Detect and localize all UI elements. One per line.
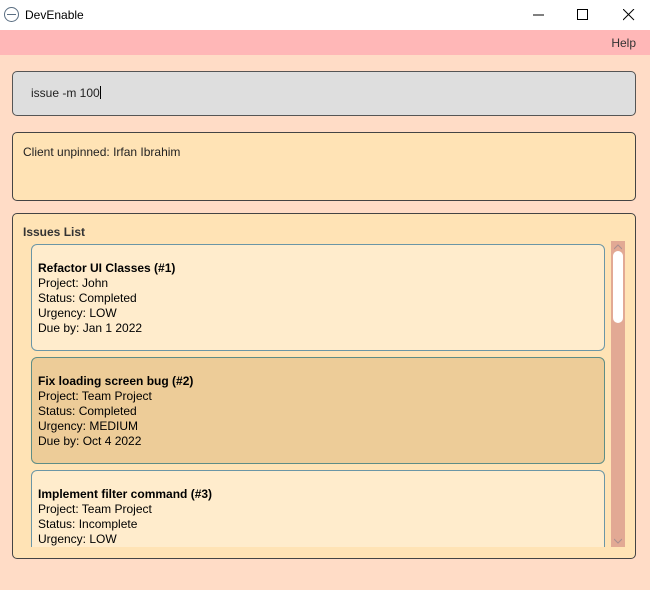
app-icon <box>4 7 19 22</box>
issue-title: Fix loading screen bug (#2) <box>38 374 194 388</box>
result-display: Client unpinned: Irfan Ibrahim <box>12 132 636 201</box>
issues-scrollbar[interactable] <box>611 241 625 547</box>
issue-title: Refactor UI Classes (#1) <box>38 261 176 275</box>
issue-status: Status: Completed <box>38 404 137 418</box>
minimize-button[interactable] <box>516 0 562 30</box>
maximize-button[interactable] <box>560 0 606 30</box>
issue-card-3[interactable]: Implement filter command (#3) Project: T… <box>31 470 605 547</box>
issue-urgency: Urgency: LOW <box>38 532 117 546</box>
issue-urgency: Urgency: MEDIUM <box>38 419 139 433</box>
issues-panel: Issues List Refactor UI Classes (#1) Pro… <box>12 213 636 559</box>
issue-status: Status: Completed <box>38 291 137 305</box>
scroll-thumb[interactable] <box>613 251 623 323</box>
window-title: DevEnable <box>25 8 84 22</box>
close-button[interactable] <box>606 0 650 30</box>
maximize-icon <box>577 9 588 20</box>
issues-list-title: Issues List <box>23 225 86 239</box>
command-input-text: issue -m 100 <box>31 86 100 100</box>
issue-title: Implement filter command (#3) <box>38 487 213 501</box>
issue-card-1[interactable]: Refactor UI Classes (#1) Project: John S… <box>31 244 605 351</box>
result-text: Client unpinned: Irfan Ibrahim <box>23 145 181 159</box>
title-bar: DevEnable <box>0 0 650 30</box>
issues-list[interactable]: Refactor UI Classes (#1) Project: John S… <box>31 242 606 547</box>
issue-project: Project: Team Project <box>38 502 152 516</box>
chevron-up-icon <box>614 244 622 250</box>
text-caret <box>99 86 101 99</box>
scroll-down-button[interactable] <box>611 535 625 547</box>
menu-bar: Help <box>0 30 650 55</box>
menu-help[interactable]: Help <box>611 36 636 50</box>
command-input[interactable]: issue -m 100 <box>31 86 101 100</box>
issue-due: Due by: Oct 4 2022 <box>38 434 142 448</box>
close-icon <box>623 9 635 21</box>
issue-status: Status: Incomplete <box>38 517 138 531</box>
chevron-down-icon <box>614 538 622 544</box>
minimize-icon <box>533 14 544 16</box>
issue-project: Project: Team Project <box>38 389 152 403</box>
issue-urgency: Urgency: LOW <box>38 306 117 320</box>
command-box[interactable]: issue -m 100 <box>12 71 636 116</box>
issue-due: Due by: Jan 1 2022 <box>38 321 143 335</box>
issue-project: Project: John <box>38 276 109 290</box>
issue-card-2[interactable]: Fix loading screen bug (#2) Project: Tea… <box>31 357 605 464</box>
